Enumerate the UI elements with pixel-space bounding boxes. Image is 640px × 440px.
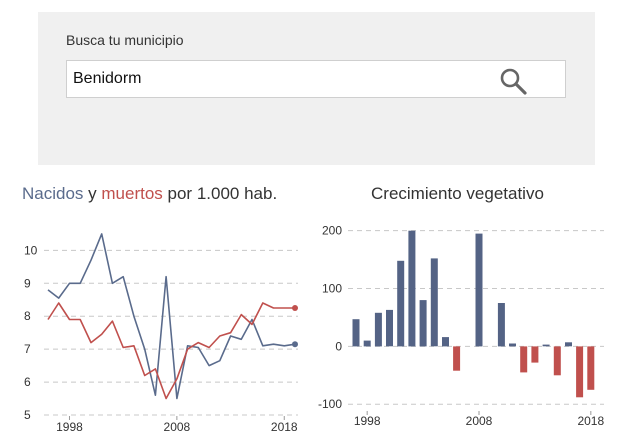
- bar: [430, 258, 438, 347]
- title-suffix: por 1.000 hab.: [162, 184, 278, 203]
- y-tick-label: 10: [24, 243, 38, 257]
- bar: [442, 337, 449, 347]
- x-tick-label: 1998: [354, 414, 381, 428]
- bar: [374, 312, 382, 347]
- x-tick-label: 2008: [164, 420, 191, 434]
- bar: [509, 343, 516, 347]
- bar: [520, 346, 528, 373]
- y-tick-label: -100: [318, 397, 342, 411]
- search-input[interactable]: [73, 61, 493, 97]
- y-tick-label: 6: [24, 375, 31, 389]
- bar: [363, 340, 371, 347]
- bar: [542, 344, 550, 347]
- bar: [397, 260, 405, 347]
- search-label: Busca tu municipio: [66, 32, 184, 48]
- y-tick-label: 100: [322, 282, 342, 296]
- bar: [386, 309, 393, 347]
- bar: [497, 303, 505, 347]
- births-deaths-line-chart: 5 6 7 8 9 10 1998 2008 2018: [24, 233, 298, 434]
- bar: [453, 346, 461, 371]
- x-tick-label: 2008: [466, 414, 493, 428]
- y-tick-label: 7: [24, 342, 31, 356]
- y-tick-label: 5: [24, 408, 31, 422]
- x-tick-label: 1998: [56, 420, 83, 434]
- bar: [475, 233, 483, 347]
- x-tick-label: 2018: [577, 414, 604, 428]
- y-tick-label: 200: [322, 224, 342, 238]
- y-tick-label: 9: [24, 276, 31, 290]
- bar: [531, 346, 539, 363]
- title-deaths-word: muertos: [101, 184, 163, 203]
- right-chart-title: Crecimiento vegetativo: [371, 184, 544, 203]
- left-chart-title: Nacidos y muertos por 1.000 hab.: [22, 184, 277, 204]
- bar: [419, 300, 427, 347]
- x-tick-label: 2018: [271, 420, 298, 434]
- bar: [352, 319, 360, 347]
- natural-growth-bar-chart: -100 0 100 200 1998 2008 2018: [318, 224, 605, 428]
- y-tick-label: 8: [24, 309, 31, 323]
- bar: [587, 346, 595, 390]
- search-panel: Busca tu municipio: [38, 12, 595, 165]
- bar: [408, 230, 416, 347]
- series-end-point-births: [292, 341, 298, 348]
- title-births-word: Nacidos: [22, 184, 84, 203]
- bar: [553, 346, 561, 376]
- bar: [576, 346, 584, 398]
- series-end-point-deaths: [292, 304, 298, 311]
- search-icon[interactable]: [499, 67, 527, 95]
- title-connector: y: [83, 184, 102, 203]
- bar: [565, 342, 572, 347]
- search-box[interactable]: [66, 60, 566, 98]
- series-line-deaths: [47, 302, 295, 400]
- y-tick-label: 0: [335, 339, 342, 353]
